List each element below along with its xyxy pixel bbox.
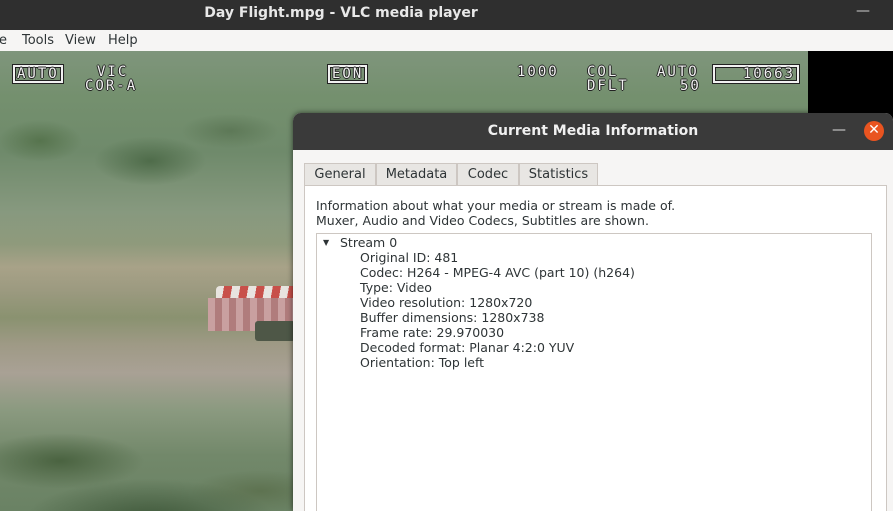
dialog-header: Current Media Information — ✕ [293, 113, 893, 150]
tab-general[interactable]: General [304, 163, 376, 185]
tree-row[interactable]: Decoded format: Planar 4:2:0 YUV [360, 340, 635, 355]
window-minimize-button[interactable]: — [855, 3, 871, 23]
codec-panel: Information about what your media or str… [304, 185, 887, 511]
tab-metadata[interactable]: Metadata [376, 163, 457, 185]
hud-col: COL [587, 64, 619, 80]
hud-counter: 10663 [713, 65, 799, 83]
window-title: Day Flight.mpg - VLC media player [204, 5, 478, 21]
menubar: e Tools View Help [0, 30, 893, 52]
dialog-title: Current Media Information [487, 123, 699, 139]
dialog-close-button[interactable]: ✕ [864, 121, 884, 141]
codec-description-line2: Muxer, Audio and Video Codecs, Subtitles… [316, 213, 649, 228]
vlc-titlebar: Day Flight.mpg - VLC media player — [0, 0, 893, 30]
hud-auto-left: AUTO [13, 65, 63, 83]
stream-properties: Original ID: 481 Codec: H264 - MPEG-4 AV… [360, 250, 635, 370]
hud-cor: COR-A [85, 78, 138, 94]
tab-statistics[interactable]: Statistics [519, 163, 598, 185]
tree-item-stream[interactable]: Stream 0 [340, 235, 397, 250]
codec-description: Information about what your media or str… [316, 198, 675, 228]
close-icon: ✕ [868, 122, 880, 138]
menu-item-tools[interactable]: Tools [22, 33, 54, 48]
media-info-dialog: Current Media Information — ✕ General Me… [293, 113, 893, 511]
hud-auto-right: AUTO [657, 64, 699, 80]
tree-row[interactable]: Original ID: 481 [360, 250, 635, 265]
tree-row[interactable]: Orientation: Top left [360, 355, 635, 370]
hud-dflt: DFLT [587, 78, 629, 94]
codec-tree[interactable]: ▼ Stream 0 Original ID: 481 Codec: H264 … [316, 233, 872, 511]
tree-row[interactable]: Frame rate: 29.970030 [360, 325, 635, 340]
tree-row[interactable]: Video resolution: 1280x720 [360, 295, 635, 310]
menu-item-help[interactable]: Help [108, 33, 138, 48]
menu-item-media[interactable]: e [0, 33, 7, 48]
hud-eon: EON [328, 65, 368, 83]
hud-vic: VIC [97, 64, 129, 80]
triangle-down-icon[interactable]: ▼ [323, 238, 329, 247]
dialog-minimize-button[interactable]: — [830, 121, 848, 139]
hud-fifty: 50 [680, 78, 701, 94]
tree-row[interactable]: Buffer dimensions: 1280x738 [360, 310, 635, 325]
tab-codec[interactable]: Codec [457, 163, 519, 185]
tree-row[interactable]: Codec: H264 - MPEG-4 AVC (part 10) (h264… [360, 265, 635, 280]
hud-range: 1000 [517, 64, 559, 80]
tree-row[interactable]: Type: Video [360, 280, 635, 295]
menu-item-view[interactable]: View [65, 33, 96, 48]
video-vehicle [255, 321, 295, 341]
codec-description-line1: Information about what your media or str… [316, 198, 676, 213]
